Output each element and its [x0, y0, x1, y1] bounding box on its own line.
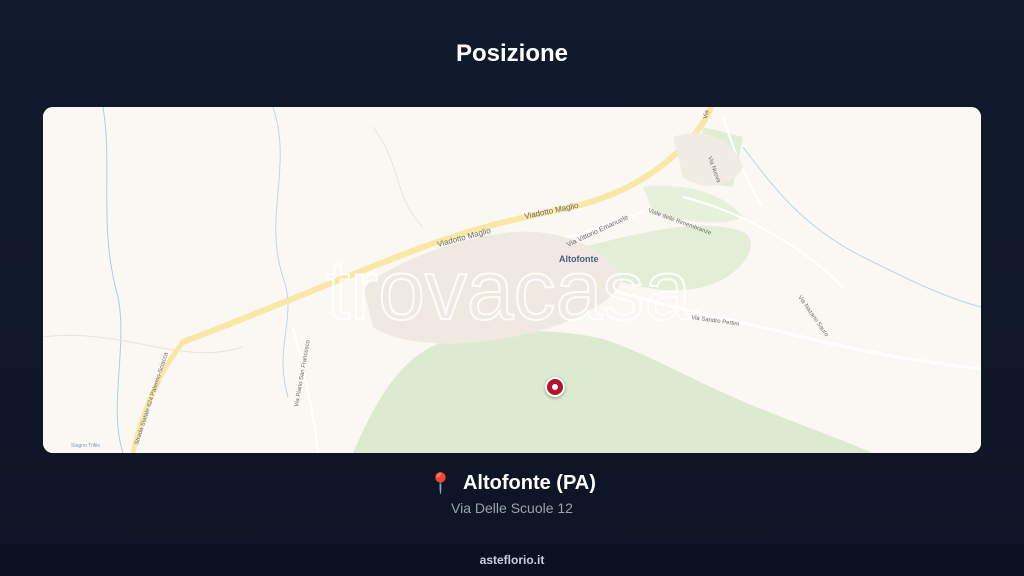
footer-brand: asteflorio.it: [479, 553, 545, 567]
map-view[interactable]: trovacasa Altofonte Viadotto Maglio Viad…: [43, 107, 981, 453]
location-address: Via Delle Scuole 12: [451, 500, 573, 516]
location-pin-icon[interactable]: [545, 377, 565, 397]
map-pin-icon: 📍: [428, 472, 453, 495]
location-heading: 📍 Altofonte (PA): [0, 472, 1024, 495]
footer-bar: asteflorio.it: [0, 544, 1024, 576]
watermark-text: trovacasa: [327, 243, 691, 337]
page-title: Posizione: [455, 40, 569, 67]
location-name: Altofonte (PA): [462, 472, 596, 494]
map-label-town: Altofonte: [559, 254, 599, 264]
map-label-stagno: Stagno Trifilo: [71, 443, 100, 449]
map-canvas[interactable]: trovacasa Altofonte Viadotto Maglio Viad…: [43, 107, 981, 453]
